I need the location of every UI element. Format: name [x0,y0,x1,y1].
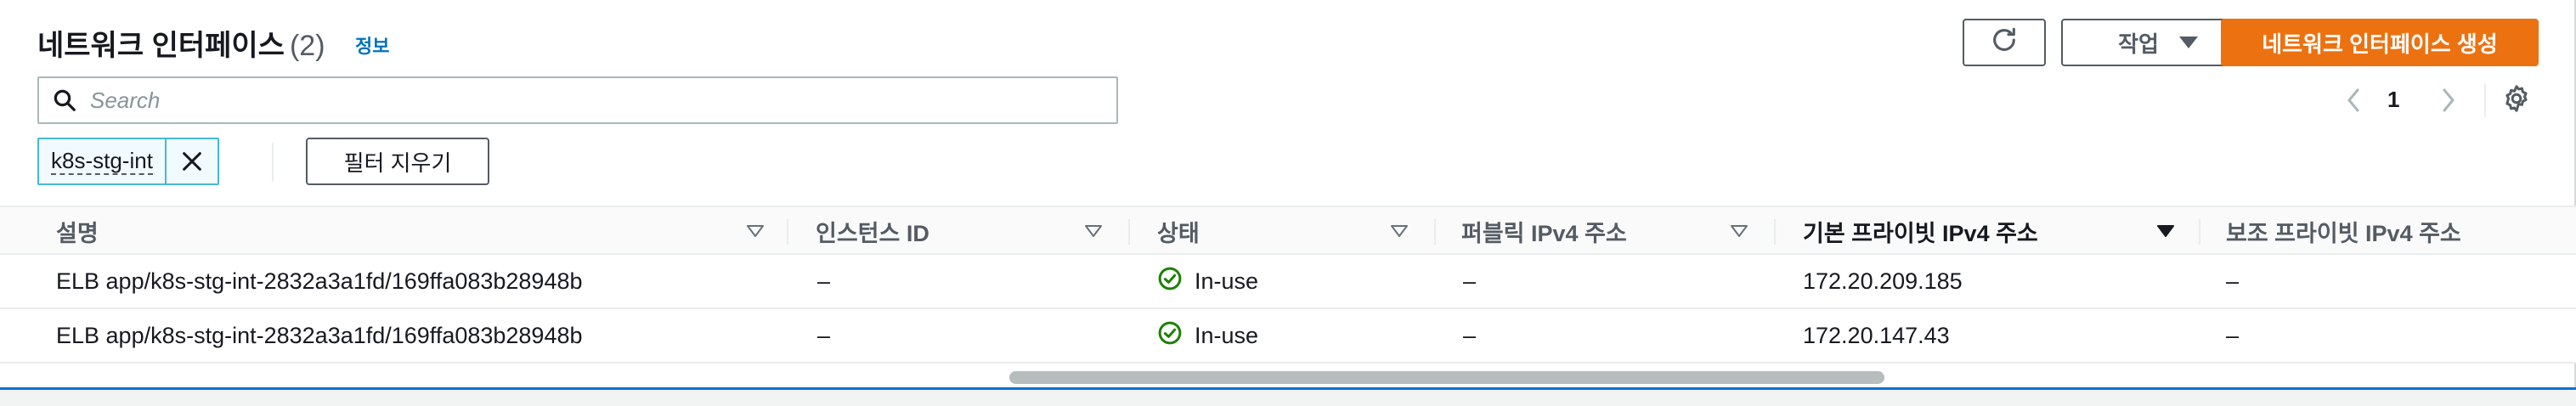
sort-icon-instance-id[interactable] [1084,207,1103,255]
check-circle-icon [1157,266,1183,297]
column-divider [1128,219,1130,245]
column-divider [2199,219,2200,245]
page-title-text: 네트워크 인터페이스 [37,30,285,62]
chevron-right-icon [2443,88,2455,112]
table-header: 설명 인스턴스 ID 상태 퍼블릭 IPv4 주소 기본 프라이빗 IPv4 주… [0,206,2576,255]
search-icon [39,76,90,124]
filter-divider [272,143,274,182]
current-page-number[interactable]: 1 [2387,87,2399,113]
sort-icon-status[interactable] [1390,207,1409,255]
page-title: 네트워크 인터페이스 (2) [37,22,325,64]
next-page-button[interactable] [2433,83,2464,117]
column-header-public-ipv4[interactable]: 퍼블릭 IPv4 주소 [1461,207,1627,255]
item-count: (2) [289,30,325,62]
caret-down-icon [747,225,764,237]
filter-token: k8s-stg-int [37,138,219,185]
cell-description: ELB app/k8s-stg-int-2832a3a1fd/169ffa083… [56,268,583,294]
column-divider [1774,219,1776,245]
actions-label: 작업 [2118,31,2159,57]
chevron-left-icon [2347,88,2359,112]
create-network-interface-button[interactable]: 네트워크 인터페이스 생성 [2221,19,2539,66]
refresh-button[interactable] [1963,19,2046,66]
cell-secondary-private-ipv4: – [2226,322,2240,348]
clear-filters-button[interactable]: 필터 지우기 [306,138,489,185]
create-label: 네트워크 인터페이스 생성 [2262,31,2498,57]
caret-down-icon [1085,225,1102,237]
horizontal-scrollbar[interactable] [1009,371,1884,384]
search-field[interactable] [37,76,1118,124]
column-divider [1434,219,1436,245]
preferences-button[interactable] [2498,82,2535,119]
table-row[interactable]: ELB app/k8s-stg-int-2832a3a1fd/169ffa083… [0,255,2576,309]
close-icon [183,152,201,171]
network-interfaces-panel: 네트워크 인터페이스(2) 정보 작업 네트워크 인터페이스 생성 1 [0,0,2576,406]
cell-status: In-use [1157,309,1258,362]
refresh-icon [1990,25,2019,60]
column-header-status[interactable]: 상태 [1157,207,1200,255]
cell-description: ELB app/k8s-stg-int-2832a3a1fd/169ffa083… [56,322,583,348]
cell-status: In-use [1157,255,1258,307]
clear-filters-label: 필터 지우기 [343,149,452,176]
sort-icon-description[interactable] [746,207,765,255]
column-header-description[interactable]: 설명 [56,207,99,255]
cell-secondary-private-ipv4: – [2226,268,2240,294]
remove-filter-button[interactable] [167,139,217,183]
table-row[interactable]: ELB app/k8s-stg-int-2832a3a1fd/169ffa083… [0,309,2576,364]
sort-icon-public-ipv4[interactable] [1730,207,1748,255]
check-circle-icon [1157,320,1183,352]
panel-footer-background [0,390,2576,406]
status-text: In-use [1195,268,1259,294]
column-header-primary-private-ipv4[interactable]: 기본 프라이빗 IPv4 주소 [1803,207,2038,255]
previous-page-button[interactable] [2338,83,2369,117]
cell-instance-id: – [817,268,831,294]
cell-public-ipv4: – [1463,322,1477,348]
cell-instance-id: – [817,322,831,348]
pagination-divider [2484,83,2486,117]
caret-down-filled-icon [2157,225,2174,237]
search-input[interactable] [90,87,1093,114]
cell-primary-private-ipv4: 172.20.209.185 [1803,268,1963,294]
info-link[interactable]: 정보 [355,31,389,59]
column-header-instance-id[interactable]: 인스턴스 ID [816,207,929,255]
caret-down-icon [1731,225,1748,237]
cell-public-ipv4: – [1463,268,1477,294]
column-divider [787,219,788,245]
column-header-secondary-private-ipv4[interactable]: 보조 프라이빗 IPv4 주소 [2226,207,2461,255]
filter-token-text: k8s-stg-int [51,148,153,175]
caret-down-icon [1391,225,1408,237]
gear-icon [2501,83,2532,118]
filter-token-label[interactable]: k8s-stg-int [39,139,167,183]
sort-icon-primary-private-ipv4[interactable] [2156,207,2175,255]
status-text: In-use [1195,322,1259,348]
caret-down-icon [2178,37,2198,48]
cell-primary-private-ipv4: 172.20.147.43 [1803,322,1950,348]
